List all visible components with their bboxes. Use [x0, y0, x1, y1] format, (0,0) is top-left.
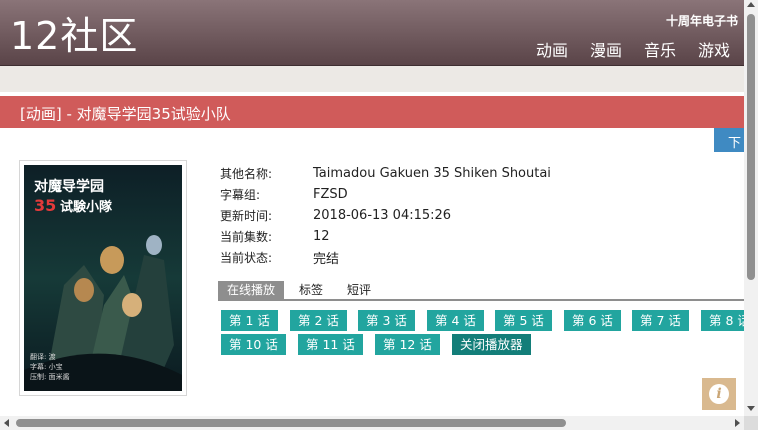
info-label: 更新时间:	[220, 209, 273, 223]
nav-music[interactable]: 音乐	[644, 37, 676, 61]
episode-button-5[interactable]: 第 5 话	[495, 310, 552, 331]
tab-comments[interactable]: 短评	[338, 281, 380, 299]
site-logo[interactable]: 12社区	[10, 14, 138, 58]
episode-button-2[interactable]: 第 2 话	[290, 310, 347, 331]
site-header: 12社区 十周年电子书 动画 漫画 音乐 游戏	[0, 0, 744, 66]
episode-button-10[interactable]: 第 10 话	[221, 334, 286, 355]
main-nav: 动画 漫画 音乐 游戏	[536, 37, 730, 61]
tab-tags[interactable]: 标签	[290, 281, 332, 299]
episode-button-6[interactable]: 第 6 话	[564, 310, 621, 331]
poster-image: 对魔导学园 35 试験小隊 翻译: 渡 字幕: 小宝 压制: 面米酱	[19, 160, 187, 396]
info-row-subgroup: 字幕组: FZSD	[220, 184, 551, 205]
poster-credit-3: 压制: 面米酱	[30, 372, 70, 381]
page-title: [动画] - 对魔导学园35试验小队	[20, 105, 231, 123]
close-player-button[interactable]: 关闭播放器	[452, 334, 531, 355]
info-value: 完结	[313, 252, 340, 267]
info-label: 其他名称:	[220, 167, 273, 181]
page: 12社区 十周年电子书 动画 漫画 音乐 游戏 [动画] - 对魔导学园35试验…	[0, 0, 758, 430]
nav-games[interactable]: 游戏	[698, 37, 730, 61]
vertical-scroll-thumb[interactable]	[747, 14, 755, 280]
horizontal-scroll-thumb[interactable]	[16, 419, 566, 427]
info-label: 当前集数:	[220, 230, 273, 244]
nav-manga[interactable]: 漫画	[590, 37, 622, 61]
info-value: FZSD	[313, 187, 348, 202]
info-row-alt-name: 其他名称: Taimadou Gakuen 35 Shiken Shoutai	[220, 163, 551, 184]
download-tab[interactable]: 下	[714, 128, 744, 152]
info-label: 字幕组:	[220, 188, 261, 202]
info-value: Taimadou Gakuen 35 Shiken Shoutai	[313, 166, 551, 181]
episode-button-1[interactable]: 第 1 话	[221, 310, 278, 331]
poster-title-line2: 试験小隊	[60, 199, 113, 215]
episode-button-7[interactable]: 第 7 话	[632, 310, 689, 331]
episode-button-11[interactable]: 第 11 话	[298, 334, 363, 355]
content-tabs: 在线播放 标签 短评	[218, 281, 744, 301]
episode-button-8[interactable]: 第 8 话	[701, 310, 744, 331]
poster-title-line1: 对魔导学园	[34, 178, 104, 195]
scroll-down-arrow-icon[interactable]	[747, 406, 755, 411]
scroll-right-arrow-icon[interactable]	[735, 419, 740, 427]
info-value: 2018-06-13 04:15:26	[313, 208, 452, 223]
info-icon: i	[709, 384, 729, 404]
info-panel: 其他名称: Taimadou Gakuen 35 Shiken Shoutai …	[220, 163, 551, 268]
info-row-updated: 更新时间: 2018-06-13 04:15:26	[220, 205, 551, 226]
episode-button-3[interactable]: 第 3 话	[358, 310, 415, 331]
scroll-left-arrow-icon[interactable]	[4, 419, 9, 427]
info-label: 当前状态:	[220, 251, 273, 265]
info-row-episodes: 当前集数: 12	[220, 226, 551, 247]
info-value: 12	[313, 229, 330, 244]
episode-button-4[interactable]: 第 4 话	[427, 310, 484, 331]
title-bar: [动画] - 对魔导学园35试验小队	[0, 96, 744, 128]
poster-credit-2: 字幕: 小宝	[30, 362, 63, 371]
poster-title-number: 35	[34, 196, 56, 215]
poster-credit-1: 翻译: 渡	[30, 352, 56, 361]
scroll-up-arrow-icon[interactable]	[747, 2, 755, 7]
info-button[interactable]: i	[702, 378, 736, 410]
ebook-link[interactable]: 十周年电子书	[666, 12, 738, 29]
nav-anime[interactable]: 动画	[536, 37, 568, 61]
scrollbar-corner	[744, 416, 758, 430]
episode-button-12[interactable]: 第 12 话	[375, 334, 440, 355]
info-row-status: 当前状态: 完结	[220, 247, 551, 268]
sub-band	[0, 66, 744, 92]
tab-online-play[interactable]: 在线播放	[218, 281, 285, 299]
